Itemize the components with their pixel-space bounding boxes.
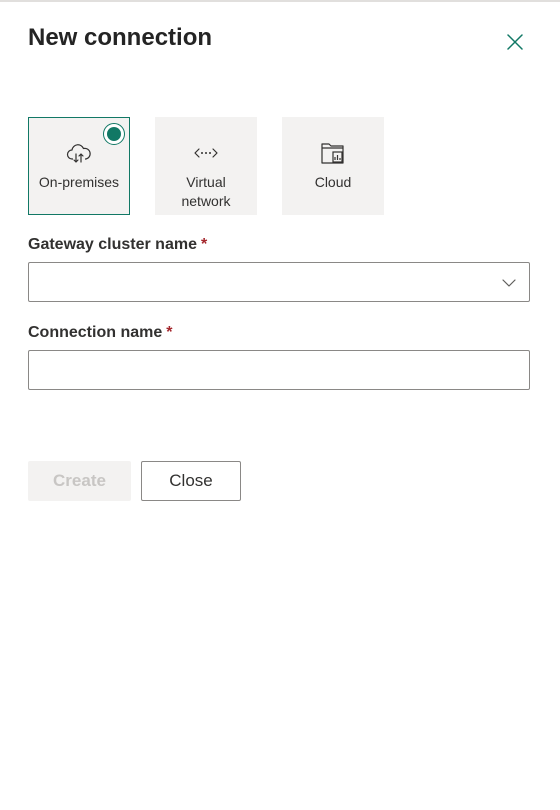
gateway-label-text: Gateway cluster name — [28, 236, 197, 253]
option-label: Virtual network — [181, 174, 231, 209]
radio-selected-indicator — [103, 123, 125, 145]
close-icon[interactable] — [503, 30, 527, 54]
create-button[interactable]: Create — [28, 461, 131, 501]
cloud-folder-icon — [319, 139, 347, 167]
option-virtual-network[interactable]: Virtual network — [155, 117, 257, 215]
chevron-down-icon — [501, 275, 517, 291]
radio-dot — [107, 127, 121, 141]
connection-name-input[interactable] — [28, 350, 530, 390]
virtual-network-icon — [192, 139, 220, 167]
connection-name-label: Connection name * — [28, 324, 172, 342]
gateway-cluster-dropdown[interactable] — [28, 262, 530, 302]
connection-type-selector: On-premises Virtual network Cloud — [28, 117, 384, 215]
connection-name-label-text: Connection name — [28, 324, 163, 341]
dialog-title: New connection — [28, 24, 213, 51]
option-label: Cloud — [314, 174, 352, 190]
option-label: On-premises — [38, 174, 120, 190]
cloud-upload-icon — [65, 139, 93, 167]
required-marker: * — [166, 324, 173, 341]
close-button[interactable]: Close — [141, 461, 241, 501]
gateway-cluster-name-label: Gateway cluster name * — [28, 236, 207, 254]
option-cloud[interactable]: Cloud — [282, 117, 384, 215]
option-on-premises[interactable]: On-premises — [28, 117, 130, 215]
new-connection-dialog: New connection On-premises Virtual netwo… — [0, 2, 560, 810]
required-marker: * — [200, 236, 208, 253]
